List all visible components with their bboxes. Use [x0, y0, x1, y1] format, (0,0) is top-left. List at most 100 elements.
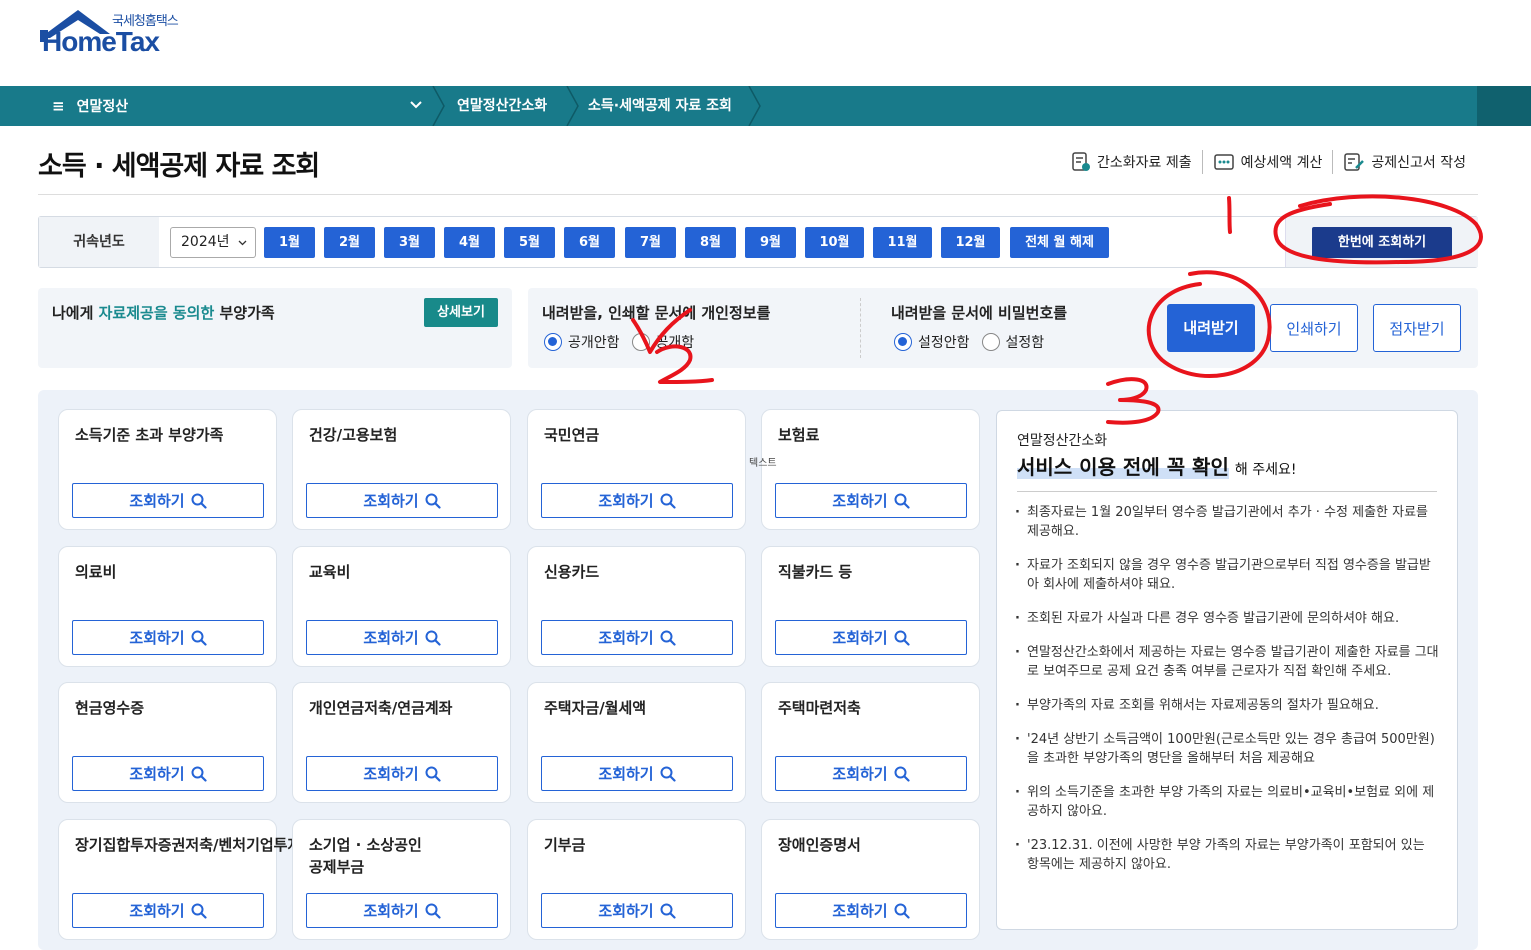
search-button[interactable]: 조회하기: [72, 756, 264, 791]
dependent-consent-panel: 나에게 자료제공을 동의한 부양가족 상세보기: [38, 288, 512, 368]
deduction-card: 주택자금/월세액 조회하기: [527, 682, 746, 803]
nav-menu-button[interactable]: ≡ 연말정산: [52, 86, 128, 126]
nav-right-block: [1477, 86, 1531, 126]
year-filter-bar: 귀속년도 2024년 1월 2월 3월 4월 5월 6월 7월 8월 9월 10…: [38, 216, 1478, 268]
deduction-card: 기부금 조회하기: [527, 819, 746, 940]
search-all-area: 한번에 조회하기: [1285, 217, 1478, 267]
deduction-card: 직불카드 등 조회하기: [761, 546, 980, 667]
deduction-card: 건강/고용보험 조회하기: [292, 409, 511, 530]
search-icon: [191, 493, 207, 509]
month-button-10[interactable]: 10월: [805, 227, 864, 258]
search-button[interactable]: 조회하기: [72, 483, 264, 518]
search-button[interactable]: 조회하기: [541, 893, 733, 928]
month-button-12[interactable]: 12월: [941, 227, 1000, 258]
search-icon: [894, 630, 910, 646]
notice-panel: 연말정산간소화 서비스 이용 전에 꼭 확인 해 주세요! 최종자료는 1월 20…: [996, 410, 1458, 930]
page-title: 소득 · 세액공제 자료 조회: [38, 151, 320, 182]
chevron-down-icon[interactable]: [410, 86, 422, 126]
calculator-icon: [1213, 154, 1234, 170]
deduction-card: 교육비 조회하기: [292, 546, 511, 667]
password-option-title: 내려받을 문서에 비밀번호를: [891, 304, 1068, 322]
braille-button[interactable]: 점자받기: [1373, 304, 1461, 352]
deduction-card: 보험료 조회하기: [761, 409, 980, 530]
deduction-card: 국민연금 조회하기: [527, 409, 746, 530]
submit-simplified-data-link[interactable]: 간소화자료 제출: [1061, 150, 1202, 174]
notice-item: 최종자료는 1월 20일부터 영수증 발급기관에서 추가 · 수정 제출한 자료…: [1015, 503, 1439, 541]
search-icon: [660, 630, 676, 646]
search-button[interactable]: 조회하기: [775, 756, 967, 791]
estimate-tax-link[interactable]: 예상세액 계산: [1201, 150, 1333, 174]
top-links: 간소화자료 제출 예상세액 계산 공제신고서 작성: [1061, 150, 1476, 174]
notice-heading-highlight: 서비스 이용 전에 꼭 확인: [1017, 455, 1229, 479]
month-button-9[interactable]: 9월: [745, 227, 796, 258]
clear-all-months-button[interactable]: 전체 월 해제: [1010, 227, 1109, 258]
search-button[interactable]: 조회하기: [306, 483, 498, 518]
download-button[interactable]: 내려받기: [1167, 304, 1255, 352]
search-icon: [660, 903, 676, 919]
deduction-card: 소기업 · 소상공인 공제부금 조회하기: [292, 819, 511, 940]
month-button-11[interactable]: 11월: [873, 227, 932, 258]
month-button-8[interactable]: 8월: [685, 227, 736, 258]
search-all-button[interactable]: 한번에 조회하기: [1312, 227, 1452, 258]
search-button[interactable]: 조회하기: [72, 620, 264, 655]
search-icon: [894, 903, 910, 919]
write-deduction-form-link[interactable]: 공제신고서 작성: [1332, 150, 1476, 174]
search-button-label: 조회하기: [129, 765, 185, 783]
detail-view-button[interactable]: 상세보기: [424, 298, 498, 327]
search-button[interactable]: 조회하기: [541, 483, 733, 518]
month-button-4[interactable]: 4월: [444, 227, 495, 258]
consent-text: 나에게 자료제공을 동의한 부양가족: [52, 302, 275, 323]
hometax-logo[interactable]: 국세청홈택스 HomeTax: [36, 8, 196, 60]
search-button-label: 조회하기: [129, 902, 185, 920]
search-button-label: 조회하기: [832, 629, 888, 647]
month-button-1[interactable]: 1월: [264, 227, 315, 258]
print-button[interactable]: 인쇄하기: [1270, 304, 1358, 352]
breadcrumb-item-current[interactable]: 소득·세액공제 자료 조회: [588, 86, 732, 126]
search-icon: [425, 766, 441, 782]
title-divider: [38, 194, 1478, 195]
deduction-card: 주택마련저축 조회하기: [761, 682, 980, 803]
search-icon: [425, 493, 441, 509]
search-icon: [660, 493, 676, 509]
search-button[interactable]: 조회하기: [306, 893, 498, 928]
notice-item: 위의 소득기준을 초과한 부양 가족의 자료는 의료비•교육비•보험료 외에 제…: [1015, 783, 1439, 821]
month-button-2[interactable]: 2월: [324, 227, 375, 258]
nav-menu-label: 연말정산: [76, 99, 129, 115]
privacy-hide-radio[interactable]: [544, 333, 562, 351]
search-button[interactable]: 조회하기: [541, 620, 733, 655]
top-link-label: 공제신고서 작성: [1371, 155, 1466, 171]
search-button[interactable]: 조회하기: [541, 756, 733, 791]
search-icon: [191, 903, 207, 919]
search-button[interactable]: 조회하기: [306, 620, 498, 655]
breadcrumb-separator-icon: [748, 86, 761, 126]
navigation-bar: ≡ 연말정산 연말정산간소화 소득·세액공제 자료 조회: [0, 86, 1531, 126]
search-button-label: 조회하기: [129, 629, 185, 647]
deduction-card: 개인연금저축/연금계좌 조회하기: [292, 682, 511, 803]
month-button-6[interactable]: 6월: [564, 227, 615, 258]
password-set-radio[interactable]: [981, 333, 1000, 351]
search-button-label: 조회하기: [832, 765, 888, 783]
deduction-card: 현금영수증 조회하기: [58, 682, 277, 803]
deduction-card: 소득기준 초과 부양가족 조회하기: [58, 409, 277, 530]
password-none-radio[interactable]: [894, 333, 912, 351]
breadcrumb-item-simplified[interactable]: 연말정산간소화: [457, 86, 547, 126]
search-icon: [660, 766, 676, 782]
search-button-label: 조회하기: [363, 492, 419, 510]
search-button[interactable]: 조회하기: [775, 893, 967, 928]
notice-item: 연말정산간소화에서 제공하는 자료는 영수증 발급기관이 제출한 자료를 그대로…: [1015, 643, 1439, 681]
search-button[interactable]: 조회하기: [775, 620, 967, 655]
privacy-show-radio[interactable]: [631, 333, 650, 351]
search-button[interactable]: 조회하기: [775, 483, 967, 518]
password-none-label: 설정안함: [918, 335, 970, 351]
month-button-5[interactable]: 5월: [504, 227, 555, 258]
search-button-label: 조회하기: [129, 492, 185, 510]
search-button[interactable]: 조회하기: [72, 893, 264, 928]
password-radio-group: 설정안함 설정함: [894, 332, 1044, 352]
privacy-hide-label: 공개안함: [568, 335, 620, 351]
year-select[interactable]: 2024년: [170, 227, 256, 258]
search-button[interactable]: 조회하기: [306, 756, 498, 791]
search-button-label: 조회하기: [598, 492, 654, 510]
notice-item: 조회된 자료가 사실과 다른 경우 영수증 발급기관에 문의하셔야 해요.: [1015, 609, 1439, 628]
month-button-7[interactable]: 7월: [625, 227, 676, 258]
month-button-3[interactable]: 3월: [384, 227, 435, 258]
